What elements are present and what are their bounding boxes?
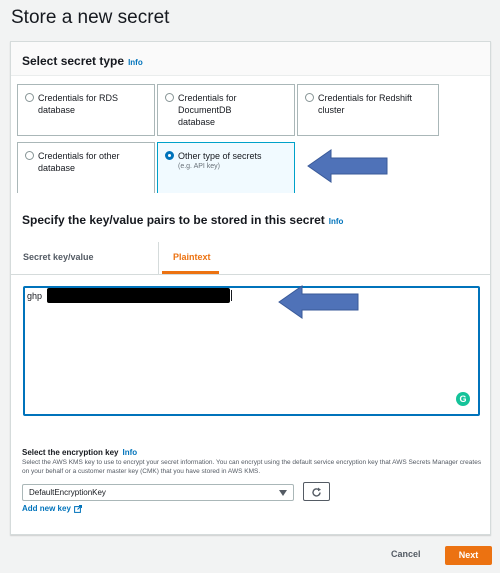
option-sublabel: (e.g. API key) bbox=[178, 163, 221, 170]
add-new-key-link[interactable]: Add new key bbox=[22, 504, 82, 513]
option-label: Other type of secrets bbox=[178, 151, 262, 161]
option-documentdb-credentials[interactable]: Credentials for DocumentDB database bbox=[157, 84, 295, 136]
radio-other-db[interactable] bbox=[25, 151, 34, 160]
encryption-key-label: Select the encryption key Info bbox=[22, 448, 138, 457]
option-label: Credentials for DocumentDB database bbox=[178, 93, 237, 127]
radio-documentdb[interactable] bbox=[165, 93, 174, 102]
option-label: Credentials for RDS database bbox=[38, 93, 119, 115]
option-redshift-credentials[interactable]: Credentials for Redshift cluster bbox=[297, 84, 439, 136]
tab-secret-key-value[interactable]: Secret key/value bbox=[23, 252, 94, 262]
encryption-key-description: Select the AWS KMS key to use to encrypt… bbox=[22, 459, 482, 475]
info-link[interactable]: Info bbox=[122, 448, 137, 457]
cancel-button[interactable]: Cancel bbox=[391, 549, 421, 559]
refresh-icon bbox=[312, 487, 321, 497]
external-link-icon bbox=[74, 504, 82, 513]
info-link[interactable]: Info bbox=[128, 58, 143, 67]
secret-form-panel: Select secret type Info Credentials for R… bbox=[10, 41, 491, 535]
secret-type-header: Select secret type Info bbox=[11, 42, 490, 76]
kv-header: Specify the key/value pairs to be stored… bbox=[11, 193, 490, 247]
tab-separator bbox=[158, 242, 159, 274]
radio-redshift[interactable] bbox=[305, 93, 314, 102]
option-label: Credentials for Redshift cluster bbox=[318, 93, 413, 115]
redaction-bar bbox=[47, 288, 230, 303]
option-label: Credentials for other database bbox=[38, 151, 120, 173]
tab-plaintext[interactable]: Plaintext bbox=[173, 252, 211, 262]
refresh-button[interactable] bbox=[303, 482, 330, 501]
radio-rds[interactable] bbox=[25, 93, 34, 102]
selected-key: DefaultEncryptionKey bbox=[29, 488, 106, 497]
plaintext-value: ghp bbox=[27, 291, 43, 301]
kv-heading: Specify the key/value pairs to be stored… bbox=[22, 213, 344, 227]
page-title: Store a new secret bbox=[11, 7, 170, 28]
option-other-secret[interactable]: Other type of secrets (e.g. API key) bbox=[157, 142, 295, 194]
caret-down-icon bbox=[279, 490, 287, 496]
secret-type-heading: Select secret type Info bbox=[22, 54, 143, 68]
annotation-arrow-icon bbox=[278, 285, 359, 319]
text-caret bbox=[231, 290, 232, 301]
tabs-divider bbox=[11, 274, 490, 275]
radio-other-secret[interactable] bbox=[165, 151, 174, 160]
grammarly-icon[interactable]: G bbox=[456, 392, 470, 406]
info-link[interactable]: Info bbox=[329, 217, 344, 226]
plaintext-secret-input[interactable]: ghp G bbox=[23, 286, 480, 416]
annotation-arrow-icon bbox=[307, 149, 388, 183]
encryption-key-select[interactable]: DefaultEncryptionKey bbox=[22, 484, 294, 501]
option-other-db-credentials[interactable]: Credentials for other database bbox=[17, 142, 155, 194]
next-button[interactable]: Next bbox=[445, 546, 492, 565]
option-rds-credentials[interactable]: Credentials for RDS database bbox=[17, 84, 155, 136]
